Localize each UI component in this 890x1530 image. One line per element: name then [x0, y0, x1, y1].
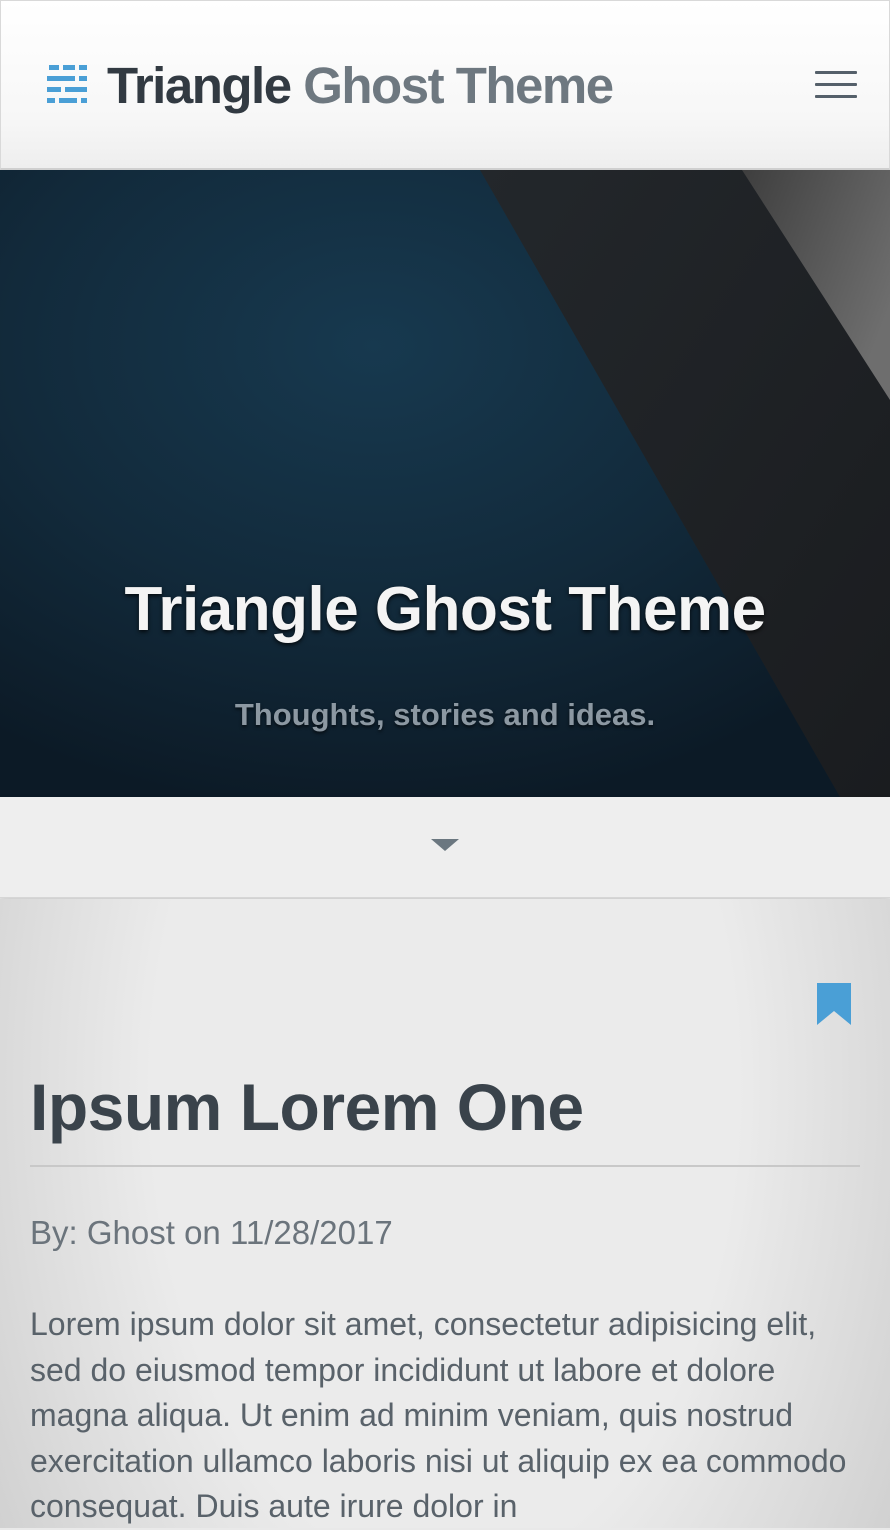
post-author[interactable]: Ghost	[87, 1214, 175, 1251]
post-title[interactable]: Ipsum Lorem One	[30, 1067, 584, 1147]
post-card: Ipsum Lorem One By: Ghost on 11/28/2017 …	[0, 899, 890, 1528]
meta-on: on	[184, 1214, 221, 1251]
hamburger-icon-line	[815, 95, 857, 98]
post-date: 11/28/2017	[229, 1214, 393, 1251]
hamburger-icon	[815, 71, 857, 74]
site-logo-title[interactable]: Triangle Ghost Theme	[107, 56, 614, 116]
logo-title-part2: Ghost Theme	[303, 57, 614, 114]
post-divider	[30, 1165, 860, 1167]
bookmark-icon[interactable]	[814, 981, 854, 1027]
hero-title: Triangle Ghost Theme	[124, 575, 766, 644]
hero-banner: Triangle Ghost Theme Thoughts, stories a…	[0, 170, 890, 797]
chevron-down-icon[interactable]	[429, 835, 461, 855]
logo-title-part1: Triangle	[107, 57, 292, 114]
post-excerpt: Lorem ipsum dolor sit amet, consectetur …	[30, 1306, 847, 1524]
site-header: Triangle Ghost Theme	[0, 0, 890, 170]
logo-icon[interactable]	[45, 63, 89, 107]
post-meta: By: Ghost on 11/28/2017	[30, 1211, 393, 1255]
scroll-down-strip	[0, 797, 890, 898]
hero-subtitle: Thoughts, stories and ideas.	[234, 697, 656, 732]
meta-prefix: By:	[30, 1214, 78, 1251]
hamburger-menu-button[interactable]	[813, 67, 861, 103]
hamburger-icon-line	[815, 83, 857, 86]
